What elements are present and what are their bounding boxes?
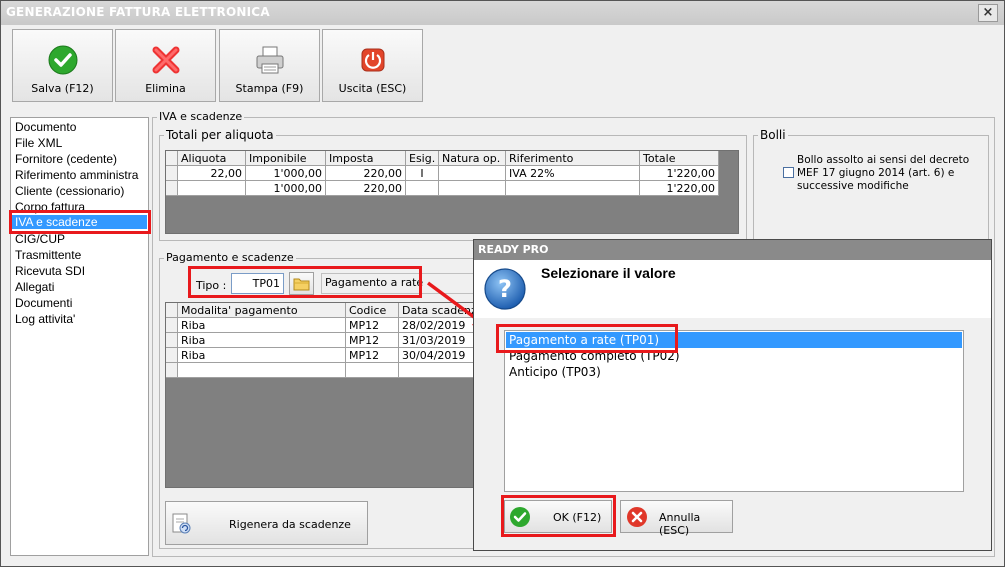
table-cell[interactable]: 1'220,00 <box>640 181 719 196</box>
nav-item-file-xml[interactable]: File XML <box>15 136 62 150</box>
table-cell[interactable] <box>439 181 506 196</box>
table-cell[interactable]: Riba <box>178 333 346 348</box>
window-title: GENERAZIONE FATTURA ELETTRONICA <box>6 5 270 19</box>
table-cell[interactable]: I <box>406 166 439 181</box>
print-button[interactable]: Stampa (F9) <box>219 29 320 102</box>
table-cell[interactable]: 220,00 <box>326 181 406 196</box>
table-cell[interactable]: MP12 <box>346 333 399 348</box>
section-nav: Documento File XML Fornitore (cedente) R… <box>10 117 149 556</box>
table-cell[interactable]: 220,00 <box>326 166 406 181</box>
dialog-title: READY PRO <box>478 243 549 256</box>
grid-indicator <box>166 151 178 166</box>
col-header-aliquota[interactable]: Aliquota <box>178 151 246 166</box>
nav-item-fornitore[interactable]: Fornitore (cedente) <box>15 152 117 166</box>
close-button[interactable]: × <box>978 4 998 22</box>
table-cell[interactable]: 1'000,00 <box>246 166 326 181</box>
tipo-highlight-box <box>188 266 422 298</box>
options-list[interactable]: Pagamento a rate (TP01) Pagamento comple… <box>504 330 964 492</box>
table-cell[interactable] <box>506 181 640 196</box>
nav-highlight-box <box>9 210 151 234</box>
table-cell[interactable]: IVA 22% <box>506 166 640 181</box>
nav-item-log-attivita[interactable]: Log attivita' <box>15 312 75 326</box>
cancel-icon <box>627 507 647 527</box>
regenerate-icon <box>172 513 191 534</box>
row-indicator <box>166 166 178 181</box>
table-cell[interactable]: MP12 <box>346 348 399 363</box>
nav-item-cig-cup[interactable]: CIG/CUP <box>15 232 65 246</box>
table-cell[interactable] <box>439 166 506 181</box>
table-cell[interactable] <box>399 363 482 378</box>
dialog-header-text: Selezionare il valore <box>541 265 676 281</box>
col-header-imposta[interactable]: Imposta <box>326 151 406 166</box>
bollo-text: Bollo assolto ai sensi del decreto MEF 1… <box>797 154 970 192</box>
col-header-riferimento[interactable]: Riferimento <box>506 151 640 166</box>
print-label: Stampa (F9) <box>235 82 304 95</box>
power-icon <box>361 48 384 72</box>
delete-x-icon <box>152 46 179 74</box>
bolli-label: Bolli <box>758 128 788 142</box>
row-indicator <box>166 348 178 363</box>
col-header-modalita[interactable]: Modalita' pagamento <box>178 303 346 318</box>
nav-item-documenti[interactable]: Documenti <box>15 296 72 310</box>
row-indicator <box>166 181 178 196</box>
dialog-header: ? Selezionare il valore <box>474 260 991 318</box>
table-cell[interactable]: Riba <box>178 348 346 363</box>
table-cell[interactable]: 30/04/2019 <box>399 348 482 363</box>
save-button[interactable]: Salva (F12) <box>12 29 113 102</box>
col-header-esig[interactable]: Esig. <box>406 151 439 166</box>
col-header-natura[interactable]: Natura op. <box>439 151 506 166</box>
nav-item-cliente[interactable]: Cliente (cessionario) <box>15 184 124 198</box>
nav-item-riferimento-amministrativo[interactable]: Riferimento amministra <box>15 168 138 182</box>
delete-label: Elimina <box>145 82 186 95</box>
row-indicator <box>166 318 178 333</box>
bollo-checkbox[interactable] <box>783 167 794 178</box>
row-indicator <box>166 333 178 348</box>
table-cell[interactable]: Riba <box>178 318 346 333</box>
rigenera-label: Rigenera da scadenze <box>229 518 351 531</box>
exit-label: Uscita (ESC) <box>338 82 407 95</box>
nav-item-ricevuta-sdi[interactable]: Ricevuta SDI <box>15 264 85 278</box>
question-icon: ? <box>484 268 526 310</box>
table-cell[interactable]: 1'000,00 <box>246 181 326 196</box>
table-cell[interactable] <box>406 181 439 196</box>
table-cell[interactable]: 22,00 <box>178 166 246 181</box>
title-bar: GENERAZIONE FATTURA ELETTRONICA × <box>1 1 1004 25</box>
nav-item-allegati[interactable]: Allegati <box>15 280 54 294</box>
save-label: Salva (F12) <box>31 82 94 95</box>
nav-item-documento[interactable]: Documento <box>15 120 76 134</box>
totals-label: Totali per aliquota <box>164 128 276 142</box>
cancel-button[interactable]: Annulla (ESC) <box>620 500 733 537</box>
table-cell[interactable]: MP12 <box>346 318 399 333</box>
grid-indicator <box>166 303 178 318</box>
section-title: IVA e scadenze <box>157 110 245 123</box>
pagamento-label: Pagamento e scadenze <box>164 251 296 264</box>
ok-highlight-box <box>501 495 616 537</box>
nav-item-trasmittente[interactable]: Trasmittente <box>15 248 81 262</box>
table-cell[interactable] <box>178 181 246 196</box>
delete-button[interactable]: Elimina <box>115 29 216 102</box>
totals-grid: Aliquota Imponibile Imposta Esig. Natura… <box>165 150 739 234</box>
option-anticipo[interactable]: Anticipo (TP03) <box>506 364 962 380</box>
row-indicator <box>166 363 178 378</box>
rigenera-button[interactable]: Rigenera da scadenze <box>165 501 368 545</box>
cancel-label: Annulla (ESC) <box>659 511 701 537</box>
col-header-imponibile[interactable]: Imponibile <box>246 151 326 166</box>
check-icon <box>48 45 77 75</box>
exit-button[interactable]: Uscita (ESC) <box>322 29 423 102</box>
table-cell[interactable]: 1'220,00 <box>640 166 719 181</box>
select-value-dialog: READY PRO ? Selezionare il valore Pagame… <box>473 239 992 551</box>
svg-text:?: ? <box>498 275 512 303</box>
dialog-title-bar: READY PRO <box>474 240 991 260</box>
col-header-totale[interactable]: Totale <box>640 151 719 166</box>
option-highlight-box <box>496 324 678 353</box>
table-cell[interactable] <box>346 363 399 378</box>
col-header-codice[interactable]: Codice <box>346 303 399 318</box>
table-cell[interactable] <box>178 363 346 378</box>
printer-icon <box>256 46 283 74</box>
